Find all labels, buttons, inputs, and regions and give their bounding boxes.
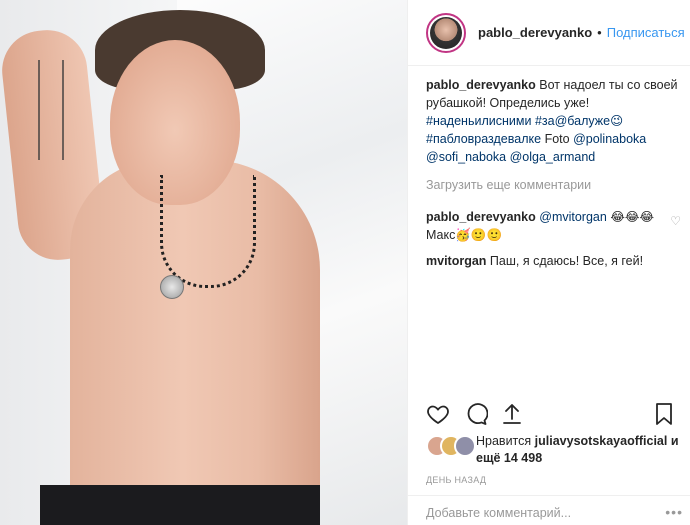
follow-button[interactable]: Подписаться [607, 25, 685, 40]
arm-tattoo [38, 60, 64, 160]
comments-section: pablo_derevyanko Вот надоел ты со своей … [426, 70, 681, 270]
add-comment-placeholder: Добавьте комментарий... [426, 506, 572, 520]
likes-row: Нравится juliavysotskayaofficial и ещё 1… [426, 433, 690, 467]
pants [40, 485, 320, 525]
caption-username[interactable]: pablo_derevyanko [426, 78, 536, 92]
add-comment-field[interactable]: Добавьте комментарий... ••• [408, 495, 690, 525]
mention-link[interactable]: @sofi_naboka [426, 150, 506, 164]
likes-text: Нравится juliavysotskayaofficial и ещё 1… [476, 433, 690, 467]
liker-username[interactable]: juliavysotskayaofficial [535, 434, 668, 448]
bookmark-icon[interactable] [653, 402, 675, 432]
likes-label: Нравится [476, 434, 532, 448]
comment-text: Паш, я сдаюсь! Все, я гей! [489, 254, 644, 268]
avatar[interactable] [426, 12, 466, 53]
more-options-icon[interactable]: ••• [665, 504, 683, 520]
avatar [454, 435, 476, 457]
post-photo[interactable] [0, 0, 407, 525]
necklace [160, 175, 256, 288]
liker-avatars[interactable] [426, 435, 476, 457]
post-caption: pablo_derevyanko Вот надоел ты со своей … [426, 76, 681, 166]
post-side-panel: pablo_derevyanko • Подписаться pablo_der… [407, 0, 690, 525]
heart-icon[interactable] [426, 402, 450, 432]
comment-username[interactable]: mvitorgan [426, 254, 486, 268]
post-timestamp[interactable]: ДЕНЬ НАЗАД [426, 475, 486, 485]
comment-icon[interactable] [464, 402, 489, 432]
caption-foto: Foto [544, 132, 570, 146]
mention-link[interactable]: @olga_armand [510, 150, 596, 164]
comment-item: pablo_derevyanko @mvitorgan 😂😂😂 Макс🥳🙂🙂 … [426, 208, 681, 244]
post-header: pablo_derevyanko • Подписаться [408, 0, 690, 66]
hashtag-link[interactable]: #наденьилисними [426, 114, 531, 128]
pendant [160, 275, 184, 299]
hashtag-link[interactable]: #за@балуже😉 [535, 114, 623, 128]
action-bar [426, 402, 690, 430]
comment-username[interactable]: pablo_derevyanko [426, 210, 536, 224]
hashtag-link[interactable]: #пабловраздевалке [426, 132, 541, 146]
header-username[interactable]: pablo_derevyanko [478, 25, 592, 40]
separator-dot: • [597, 25, 602, 40]
mention-link[interactable]: @polinaboka [573, 132, 646, 146]
heart-small-icon[interactable]: ♡ [670, 212, 681, 230]
mention-link[interactable]: @mvitorgan [539, 210, 607, 224]
share-icon[interactable] [500, 402, 524, 432]
comment-item: mvitorgan Паш, я сдаюсь! Все, я гей! [426, 252, 681, 270]
load-more-comments-button[interactable]: Загрузить еще комментарии [426, 176, 681, 194]
